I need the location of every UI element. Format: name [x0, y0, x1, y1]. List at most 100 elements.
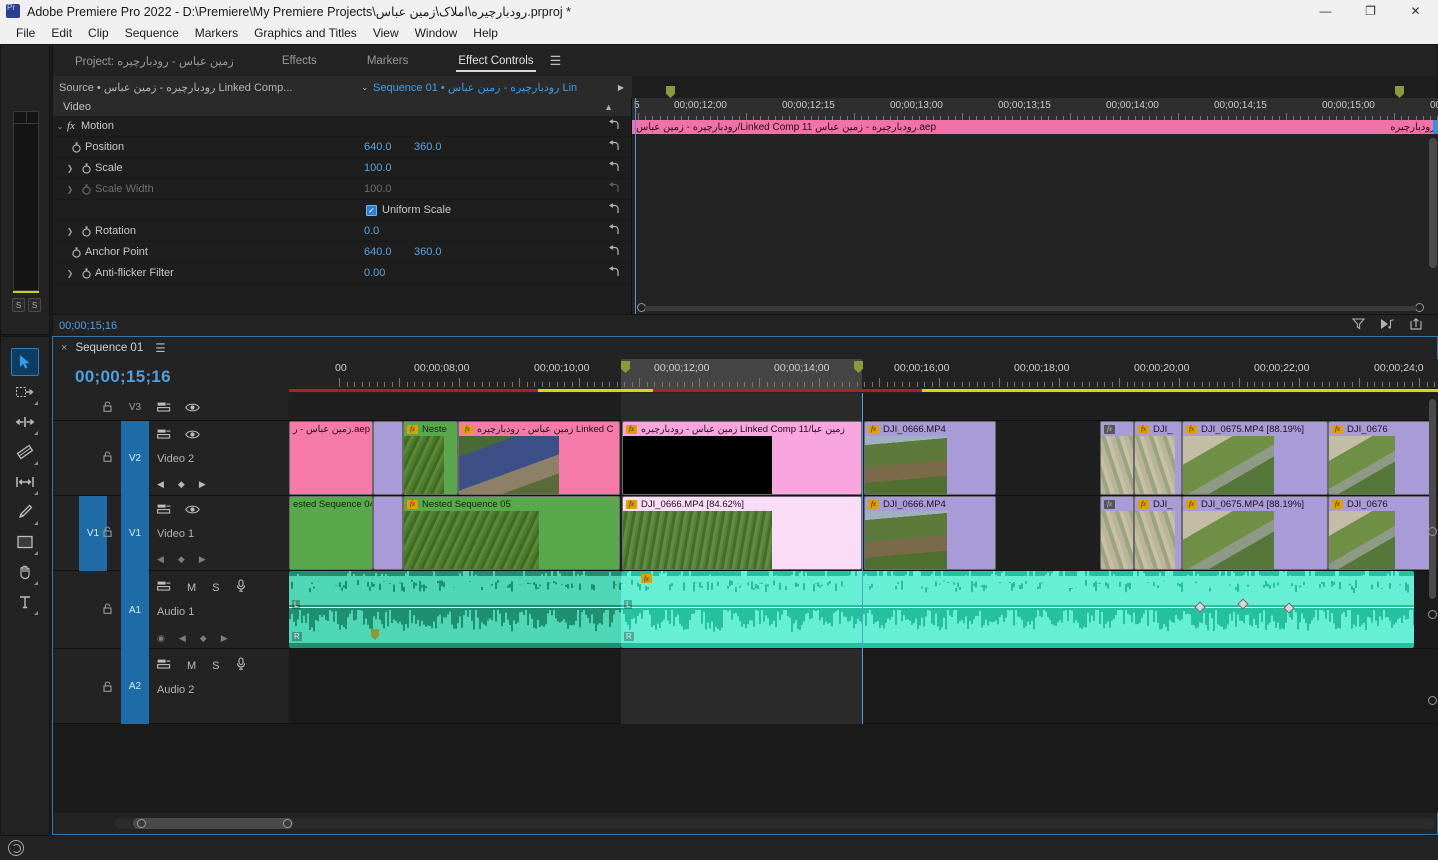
tab-project[interactable]: Project: زمین عباس - رودبارچیره — [53, 45, 244, 76]
timeline-clip[interactable] — [373, 496, 403, 570]
track-target-icon[interactable] — [157, 579, 171, 597]
hscroll-track[interactable] — [115, 818, 1435, 829]
track-target-icon[interactable] — [157, 427, 171, 445]
lock-icon[interactable] — [103, 401, 112, 415]
timeline-clip[interactable]: fx DJI_0666.MP4 [84.62%] — [622, 496, 862, 570]
reset-icon[interactable] — [608, 161, 621, 176]
reset-icon[interactable] — [608, 140, 621, 155]
reset-icon[interactable] — [608, 224, 621, 239]
play-audio-icon[interactable] — [1380, 317, 1395, 335]
timeline-clip[interactable]: fx — [1100, 496, 1134, 570]
track-name-v1[interactable]: Video 1 — [157, 528, 194, 540]
track-lane-v2[interactable]: زمین عباس - ر.aep fx Neste fx زمین عباس - رو… — [289, 421, 1438, 496]
pen-tool[interactable] — [11, 498, 39, 526]
timeline-clip[interactable]: fx DJI_ — [1134, 421, 1182, 495]
solo-button-2[interactable]: S — [28, 298, 41, 312]
eye-icon[interactable] — [185, 427, 200, 445]
stopwatch-icon[interactable] — [67, 246, 85, 258]
effect-group-motion[interactable]: ⌄ fx Motion — [53, 116, 631, 137]
effect-controls-vscrollbar[interactable] — [1429, 138, 1437, 268]
menu-view[interactable]: View — [365, 24, 407, 42]
video-section-header[interactable]: Video ▲ — [53, 98, 631, 116]
track-header-a2[interactable]: A2 M S Audio 2 — [53, 649, 289, 724]
property-value-x[interactable]: 640.0 — [364, 246, 392, 258]
microphone-icon[interactable] — [236, 657, 246, 675]
audio-keyframe-icon[interactable]: ◉ — [157, 633, 165, 644]
track-label-a1[interactable]: A1 — [121, 571, 149, 649]
chevron-right-icon[interactable]: ❯ — [63, 227, 77, 236]
menu-help[interactable]: Help — [465, 24, 506, 42]
add-keyframe-icon[interactable]: ◆ — [200, 633, 207, 644]
menu-graphics-and-titles[interactable]: Graphics and Titles — [246, 24, 365, 42]
property-anchor-point[interactable]: Anchor Point 640.0 360.0 — [53, 242, 631, 263]
effect-controls-playhead-knob[interactable] — [1433, 120, 1438, 134]
solo-button-1[interactable]: S — [12, 298, 25, 312]
property-value-y[interactable]: 360.0 — [414, 141, 442, 153]
menu-edit[interactable]: Edit — [43, 24, 80, 42]
track-lane-v1[interactable]: ested Sequence 04 fx Nested Sequence 05 fx D… — [289, 496, 1438, 571]
timeline-clip[interactable]: fx DJI_0666.MP4 — [864, 421, 996, 495]
ripple-edit-tool[interactable] — [11, 408, 39, 436]
eye-icon[interactable] — [185, 400, 200, 418]
timeline-clip[interactable]: fx DJI_0676 — [1328, 496, 1434, 570]
track-label-a2[interactable]: A2 — [121, 649, 149, 724]
property-scale[interactable]: ❯ Scale 100.0 — [53, 158, 631, 179]
timeline-timecode[interactable]: 00;00;15;16 — [53, 359, 289, 387]
timeline-clip[interactable]: fx زمین عباس - رودبارچیره Linked C — [458, 421, 620, 495]
menu-file[interactable]: File — [8, 24, 43, 42]
track-header-v3[interactable]: V3 — [53, 393, 289, 421]
track-header-v2[interactable]: V2 Video 2 ◀ ◆ ▶ — [53, 421, 289, 496]
timeline-clip[interactable]: زمین عباس - ر.aep — [289, 421, 373, 495]
tab-effects[interactable]: Effects — [272, 45, 327, 76]
chevron-right-icon[interactable]: ❯ — [63, 164, 77, 173]
timeline-vscrollbar[interactable] — [1429, 399, 1436, 599]
track-label-v2[interactable]: V2 — [121, 421, 149, 496]
property-value-x[interactable]: 640.0 — [364, 141, 392, 153]
solo-button-a2[interactable]: S — [212, 660, 219, 672]
filter-icon[interactable] — [1351, 317, 1366, 335]
track-target-icon[interactable] — [157, 502, 171, 520]
stopwatch-icon[interactable] — [67, 141, 85, 153]
effect-controls-ruler[interactable]: 5 00;00;12;00 00;00;12;15 00;00;13;00 00… — [632, 86, 1438, 120]
vscroll-knob-bottom[interactable] — [1428, 696, 1437, 705]
lock-icon[interactable] — [103, 451, 112, 465]
timeline-clip[interactable]: fx زمین عباس - رودبارچیره Linked Comp 11/… — [622, 421, 862, 495]
type-tool[interactable] — [11, 588, 39, 616]
timeline-clip[interactable]: fx DJI_0666.MP4 — [864, 496, 996, 570]
menu-window[interactable]: Window — [407, 24, 466, 42]
track-target-icon[interactable] — [157, 657, 171, 675]
maximize-button[interactable]: ❐ — [1348, 0, 1393, 22]
track-lane-v3[interactable] — [289, 393, 1438, 421]
next-keyframe-icon[interactable]: ▶ — [199, 554, 206, 565]
reset-icon[interactable] — [608, 203, 621, 218]
vscroll-knob-top[interactable] — [1428, 527, 1437, 536]
reset-icon[interactable] — [608, 266, 621, 281]
collapse-caret-icon[interactable]: ▲ — [604, 102, 613, 112]
hscroll-knob-right[interactable] — [283, 819, 292, 828]
track-label-v1[interactable]: V1 — [121, 496, 149, 571]
property-position[interactable]: Position 640.0 360.0 — [53, 137, 631, 158]
tab-effect-controls[interactable]: Effect Controls — [448, 45, 543, 76]
prev-keyframe-icon[interactable]: ◀ — [157, 554, 164, 565]
close-button[interactable]: ✕ — [1393, 0, 1438, 22]
hscroll-thumb[interactable] — [133, 818, 293, 829]
property-anti-flicker-filter[interactable]: ❯ Anti-flicker Filter 0.00 — [53, 263, 631, 284]
prev-keyframe-icon[interactable]: ◀ — [179, 633, 186, 644]
chevron-down-icon[interactable]: ⌄ — [361, 76, 369, 98]
prev-keyframe-icon[interactable]: ◀ — [157, 479, 164, 490]
tab-sequence-01[interactable]: Sequence 01 — [75, 342, 143, 354]
effect-controls-timecode[interactable]: 00;00;15;16 — [53, 320, 117, 332]
reset-icon[interactable] — [608, 245, 621, 260]
track-name-a2[interactable]: Audio 2 — [157, 684, 194, 696]
lock-icon[interactable] — [103, 681, 112, 695]
timeline-clip[interactable]: fx DJI_0675.MP4 [88.19%] — [1182, 421, 1328, 495]
audio-volume-line[interactable] — [289, 607, 621, 608]
uniform-scale-checkbox[interactable]: ✓ — [366, 204, 377, 216]
timeline-ruler[interactable]: 00 00;00;08;00 00;00;10;00 00;00;12;00 0… — [289, 359, 1438, 389]
timeline-clip[interactable]: fx Nested Sequence 05 — [403, 496, 620, 570]
track-header-v1[interactable]: V1 V1 Video 1 ◀ ◆ ▶ — [53, 496, 289, 571]
audio-clip[interactable]: L Rfx — [621, 571, 1414, 648]
stopwatch-icon[interactable] — [77, 162, 95, 174]
hand-tool[interactable] — [11, 558, 39, 586]
property-rotation[interactable]: ❯ Rotation 0.0 — [53, 221, 631, 242]
